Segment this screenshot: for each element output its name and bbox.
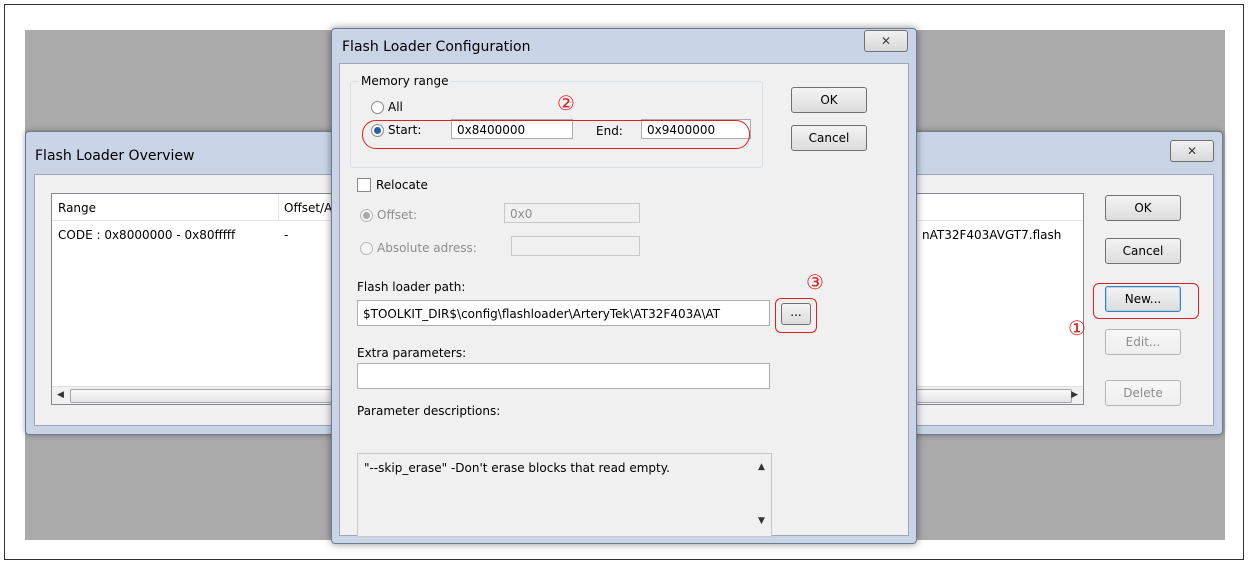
- config-title: Flash Loader Configuration: [342, 39, 531, 55]
- scroll-up-icon[interactable]: ▲: [758, 462, 765, 472]
- annotation-highlight-browse: [775, 298, 817, 333]
- annotation-number-1: ①: [1068, 316, 1086, 340]
- radio-absolute[interactable]: [360, 242, 373, 255]
- overview-cancel-button[interactable]: Cancel: [1105, 238, 1181, 264]
- scroll-left-icon[interactable]: ◀: [57, 390, 64, 400]
- overview-title: Flash Loader Overview: [35, 148, 195, 164]
- extra-parameters-label: Extra parameters:: [357, 346, 467, 360]
- flash-loader-configuration-dialog: Flash Loader Configuration ✕ Memory rang…: [331, 28, 917, 544]
- vertical-scrollbar[interactable]: ▲ ▼: [754, 454, 771, 534]
- delete-button[interactable]: Delete: [1105, 380, 1181, 406]
- relocate-label[interactable]: Relocate: [376, 178, 428, 192]
- flash-loader-path-input[interactable]: $TOOLKIT_DIR$\config\flashloader\ArteryT…: [357, 300, 770, 326]
- absolute-address-input[interactable]: [511, 236, 640, 256]
- config-ok-button[interactable]: OK: [791, 87, 867, 113]
- row-loader-path: nAT32F403AVGT7.flash: [922, 228, 1062, 242]
- row-offset: -: [284, 228, 289, 242]
- annotation-highlight-memory-range: [362, 120, 750, 149]
- flash-loader-path-label: Flash loader path:: [357, 280, 466, 294]
- absolute-address-label: Absolute adress:: [377, 241, 477, 255]
- radio-offset[interactable]: [360, 209, 373, 222]
- parameter-description-text: "--skip_erase" -Don't erase blocks that …: [364, 461, 670, 475]
- annotation-number-2: ②: [557, 91, 575, 115]
- scroll-right-icon[interactable]: ▶: [1071, 390, 1078, 400]
- column-header-range[interactable]: Range: [58, 201, 96, 215]
- annotation-highlight-new: [1093, 283, 1199, 319]
- column-header-offset[interactable]: Offset/A: [284, 201, 332, 215]
- radio-all[interactable]: [371, 101, 384, 114]
- config-close-button[interactable]: ✕: [864, 30, 908, 52]
- overview-ok-button[interactable]: OK: [1105, 195, 1181, 221]
- parameter-descriptions-label: Parameter descriptions:: [357, 404, 501, 418]
- close-icon: ✕: [1186, 144, 1198, 158]
- overview-close-button[interactable]: ✕: [1170, 140, 1214, 162]
- scroll-down-icon[interactable]: ▼: [758, 516, 765, 526]
- column-separator[interactable]: [278, 194, 279, 220]
- offset-input[interactable]: 0x0: [504, 203, 640, 223]
- edit-button[interactable]: Edit...: [1105, 329, 1181, 355]
- relocate-checkbox[interactable]: [357, 178, 371, 192]
- extra-parameters-input[interactable]: [357, 363, 770, 389]
- annotation-number-3: ③: [806, 270, 824, 294]
- close-icon: ✕: [880, 34, 892, 48]
- parameter-descriptions-box[interactable]: "--skip_erase" -Don't erase blocks that …: [357, 453, 772, 537]
- row-range: CODE : 0x8000000 - 0x80fffff: [58, 228, 236, 242]
- memory-range-legend: Memory range: [359, 74, 451, 88]
- config-cancel-button[interactable]: Cancel: [791, 125, 867, 151]
- radio-all-label[interactable]: All: [388, 100, 403, 114]
- offset-label: Offset:: [377, 208, 418, 222]
